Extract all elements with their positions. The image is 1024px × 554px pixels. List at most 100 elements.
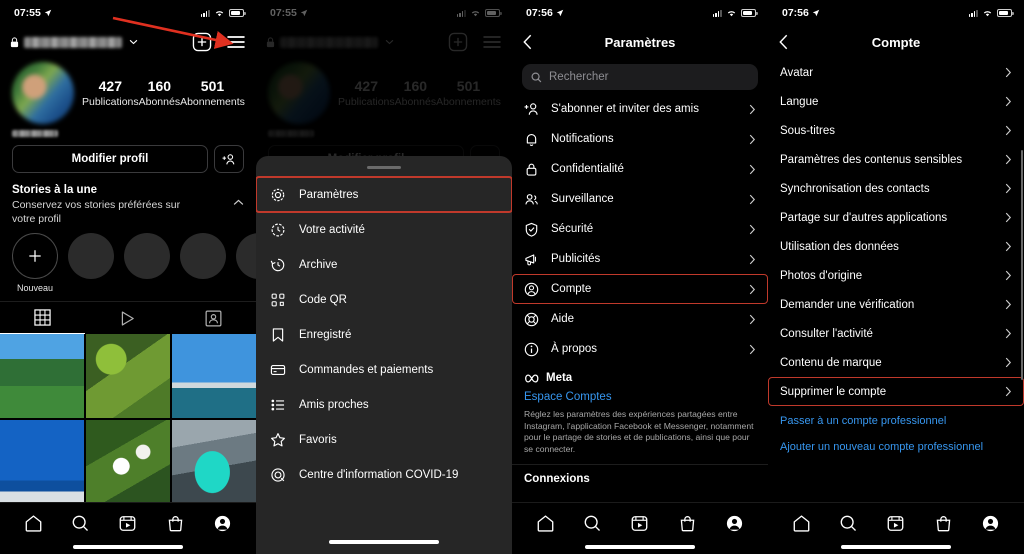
settings-row-confidentialite[interactable]: Confidentialité — [512, 154, 768, 184]
highlight-item[interactable] — [236, 233, 256, 279]
vertical-scrollbar[interactable] — [1020, 150, 1023, 380]
account-row-contenu-de-marque[interactable]: Contenu de marque — [768, 348, 1024, 377]
grid-photo[interactable] — [85, 419, 171, 505]
account-row-avatar[interactable]: Avatar — [768, 58, 1024, 87]
grid-photo[interactable] — [171, 419, 256, 505]
stat-following[interactable]: 501 Abonnements — [180, 78, 245, 109]
account-row-utilisation-donnees[interactable]: Utilisation des données — [768, 232, 1024, 261]
account-row-partage-autres-apps[interactable]: Partage sur d'autres applications — [768, 203, 1024, 232]
switch-professional-account-link[interactable]: Passer à un compte professionnel — [768, 406, 1024, 427]
account-row-sous-titres[interactable]: Sous-titres — [768, 116, 1024, 145]
menu-item-amis-proches[interactable]: Amis proches — [256, 387, 512, 422]
tab-grid[interactable] — [0, 302, 86, 334]
settings-row-securite[interactable]: Sécurité — [512, 214, 768, 244]
profile-icon[interactable] — [981, 514, 1000, 533]
home-icon[interactable] — [536, 514, 555, 533]
settings-row-publicites[interactable]: Publicités — [512, 244, 768, 274]
settings-row-aide[interactable]: Aide — [512, 304, 768, 334]
chevron-up-icon[interactable] — [233, 199, 244, 206]
account-row-label: Consulter l'activité — [780, 327, 873, 340]
meta-description: Réglez les paramètres des expériences pa… — [524, 409, 754, 454]
menu-item-commandes-et-paiements[interactable]: Commandes et paiements — [256, 352, 512, 387]
menu-item-parametres[interactable]: Paramètres — [256, 176, 512, 213]
shop-icon[interactable] — [166, 514, 185, 533]
espace-comptes-link[interactable]: Espace Comptes — [524, 391, 756, 403]
highlight-item[interactable] — [68, 233, 114, 279]
stat-publications[interactable]: 427 Publications — [82, 78, 139, 109]
info-circle-icon — [524, 342, 539, 356]
menu-item-code-qr[interactable]: Code QR — [256, 282, 512, 317]
chevron-down-icon[interactable] — [129, 39, 138, 45]
edit-profile-button[interactable]: Modifier profil — [12, 145, 208, 173]
highlight-item[interactable] — [180, 233, 226, 279]
sheet-grabber[interactable] — [367, 166, 401, 169]
search-icon[interactable] — [839, 514, 858, 533]
screenshot-stage: 07:55 427 Publications 160 Abonnés 501 A… — [0, 0, 1024, 554]
wifi-icon — [727, 11, 736, 17]
lock-icon — [10, 36, 19, 47]
search-input[interactable]: Rechercher — [522, 64, 758, 90]
profile-icon[interactable] — [725, 514, 744, 533]
activity-clock-icon — [271, 223, 285, 236]
account-row-supprimer-le-compte[interactable]: Supprimer le compte — [768, 377, 1024, 406]
chevron-right-icon — [749, 134, 756, 144]
account-row-synchronisation-contacts[interactable]: Synchronisation des contacts — [768, 174, 1024, 203]
bell-icon — [526, 133, 537, 146]
reels-icon[interactable] — [630, 514, 649, 533]
tab-reels[interactable] — [85, 302, 170, 334]
menu-item-enregistre[interactable]: Enregistré — [256, 317, 512, 352]
menu-item-covid-info[interactable]: Centre d'information COVID-19 — [256, 457, 512, 492]
settings-row-label: Surveillance — [551, 193, 614, 205]
account-row-contenus-sensibles[interactable]: Paramètres des contenus sensibles — [768, 145, 1024, 174]
back-button[interactable] — [778, 34, 789, 50]
highlights-carousel[interactable]: Nouveau — [0, 226, 256, 293]
menu-item-votre-activite[interactable]: Votre activité — [256, 212, 512, 247]
account-row-label: Sous-titres — [780, 124, 835, 137]
settings-row-surveillance[interactable]: Surveillance — [512, 184, 768, 214]
highlight-new[interactable]: Nouveau — [12, 233, 58, 293]
account-row-langue[interactable]: Langue — [768, 87, 1024, 116]
settings-row-label: Aide — [551, 313, 575, 325]
shop-icon[interactable] — [678, 514, 697, 533]
chevron-right-icon — [1005, 241, 1012, 252]
tab-tagged[interactable] — [171, 302, 256, 334]
settings-row-a-propos[interactable]: À propos — [512, 334, 768, 364]
stat-followers[interactable]: 160 Abonnés — [139, 78, 180, 109]
grid-photo[interactable] — [85, 334, 171, 419]
account-row-photos-origine[interactable]: Photos d'origine — [768, 261, 1024, 290]
menu-item-favoris[interactable]: Favoris — [256, 422, 512, 457]
panel-profile: 07:55 427 Publications 160 Abonnés 501 A… — [0, 0, 256, 554]
add-professional-account-link[interactable]: Ajouter un nouveau compte professionnel — [768, 427, 1024, 453]
settings-row-sabonner-et-inviter-des-amis[interactable]: S'abonner et inviter des amis — [512, 94, 768, 124]
grid-photo[interactable] — [0, 419, 85, 505]
settings-row-compte[interactable]: Compte — [512, 274, 768, 304]
home-indicator — [329, 540, 439, 544]
home-icon[interactable] — [24, 514, 43, 533]
account-row-label: Utilisation des données — [780, 240, 899, 253]
search-icon[interactable] — [71, 514, 90, 533]
avatar[interactable] — [12, 62, 74, 124]
shop-icon[interactable] — [934, 514, 953, 533]
account-row-demander-verification[interactable]: Demander une vérification — [768, 290, 1024, 319]
home-icon[interactable] — [792, 514, 811, 533]
stat-label: Publications — [82, 95, 139, 108]
username-redacted[interactable] — [24, 36, 122, 48]
highlights-title: Stories à la une — [12, 184, 98, 196]
back-button[interactable] — [522, 34, 533, 50]
chevron-right-icon — [749, 344, 756, 354]
search-icon[interactable] — [583, 514, 602, 533]
account-row-consulter-activite[interactable]: Consulter l'activité — [768, 319, 1024, 348]
settings-row-notifications[interactable]: Notifications — [512, 124, 768, 154]
menu-item-archive[interactable]: Archive — [256, 247, 512, 282]
new-post-button[interactable] — [192, 32, 212, 52]
reels-icon[interactable] — [118, 514, 137, 533]
profile-icon[interactable] — [213, 514, 232, 533]
grid-photo[interactable] — [0, 334, 85, 419]
highlight-circle — [124, 233, 170, 279]
discover-people-button[interactable] — [214, 145, 244, 173]
reels-icon[interactable] — [886, 514, 905, 533]
highlight-item[interactable] — [124, 233, 170, 279]
plus-icon — [29, 250, 41, 262]
grid-photo[interactable] — [171, 334, 256, 419]
hamburger-menu-button[interactable] — [226, 34, 246, 50]
